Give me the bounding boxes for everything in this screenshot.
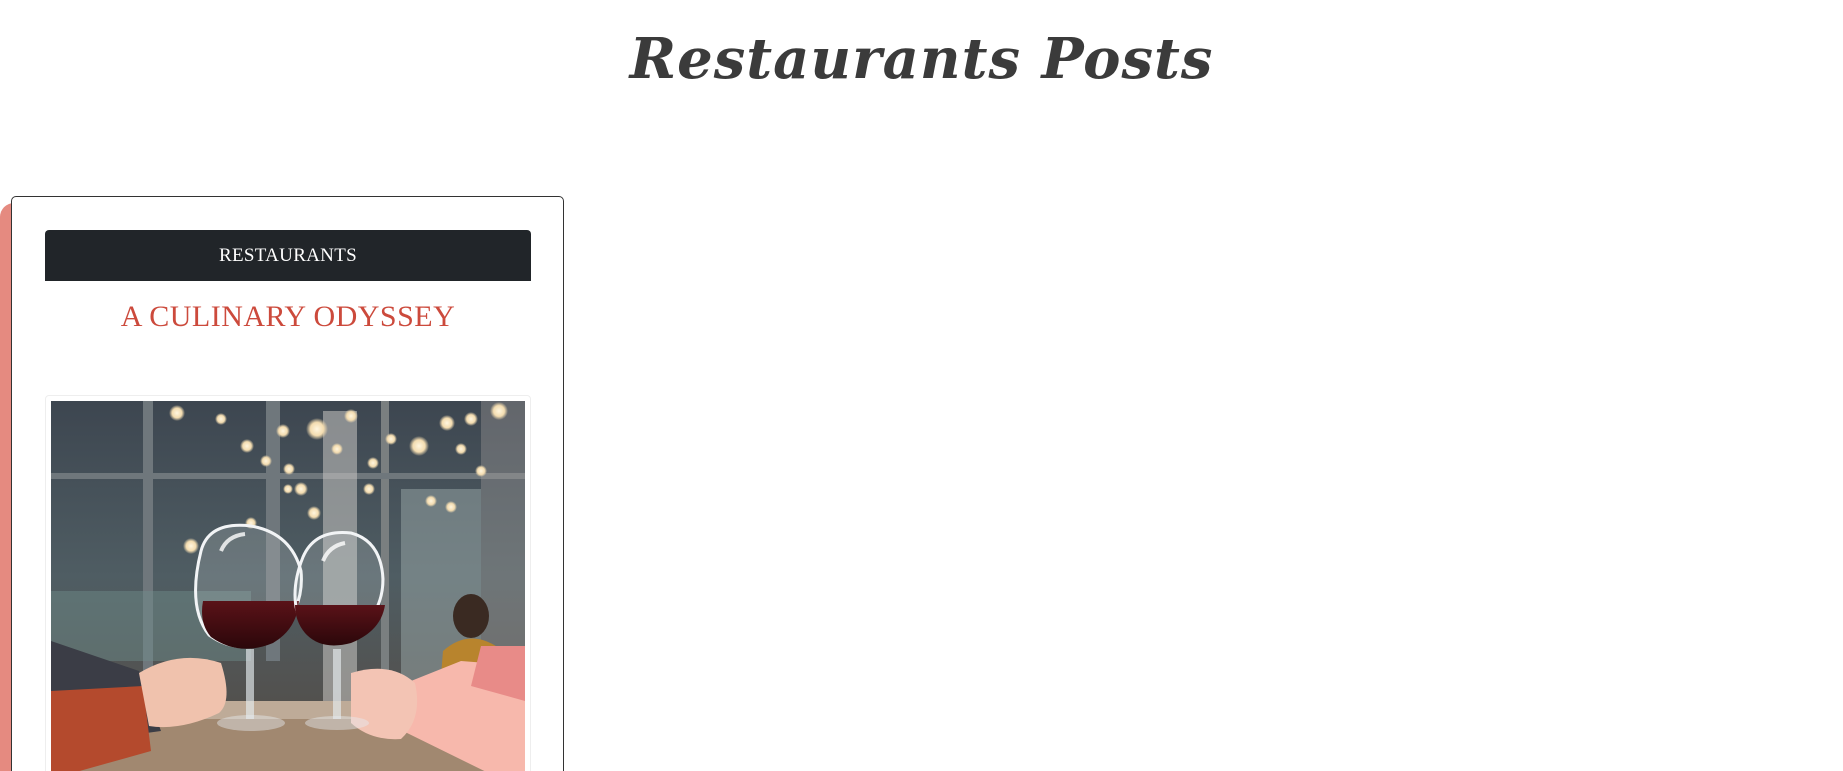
- page-title: Restaurants Posts: [629, 26, 1214, 92]
- post-title: A CULINARY ODYSSEY: [45, 280, 531, 354]
- post-image[interactable]: [51, 401, 525, 771]
- post-image-frame: [45, 395, 531, 771]
- category-badge[interactable]: RESTAURANTS: [45, 230, 531, 281]
- post-title-link[interactable]: A CULINARY ODYSSEY: [45, 300, 531, 334]
- post-card[interactable]: RESTAURANTS A CULINARY ODYSSEY: [11, 196, 564, 771]
